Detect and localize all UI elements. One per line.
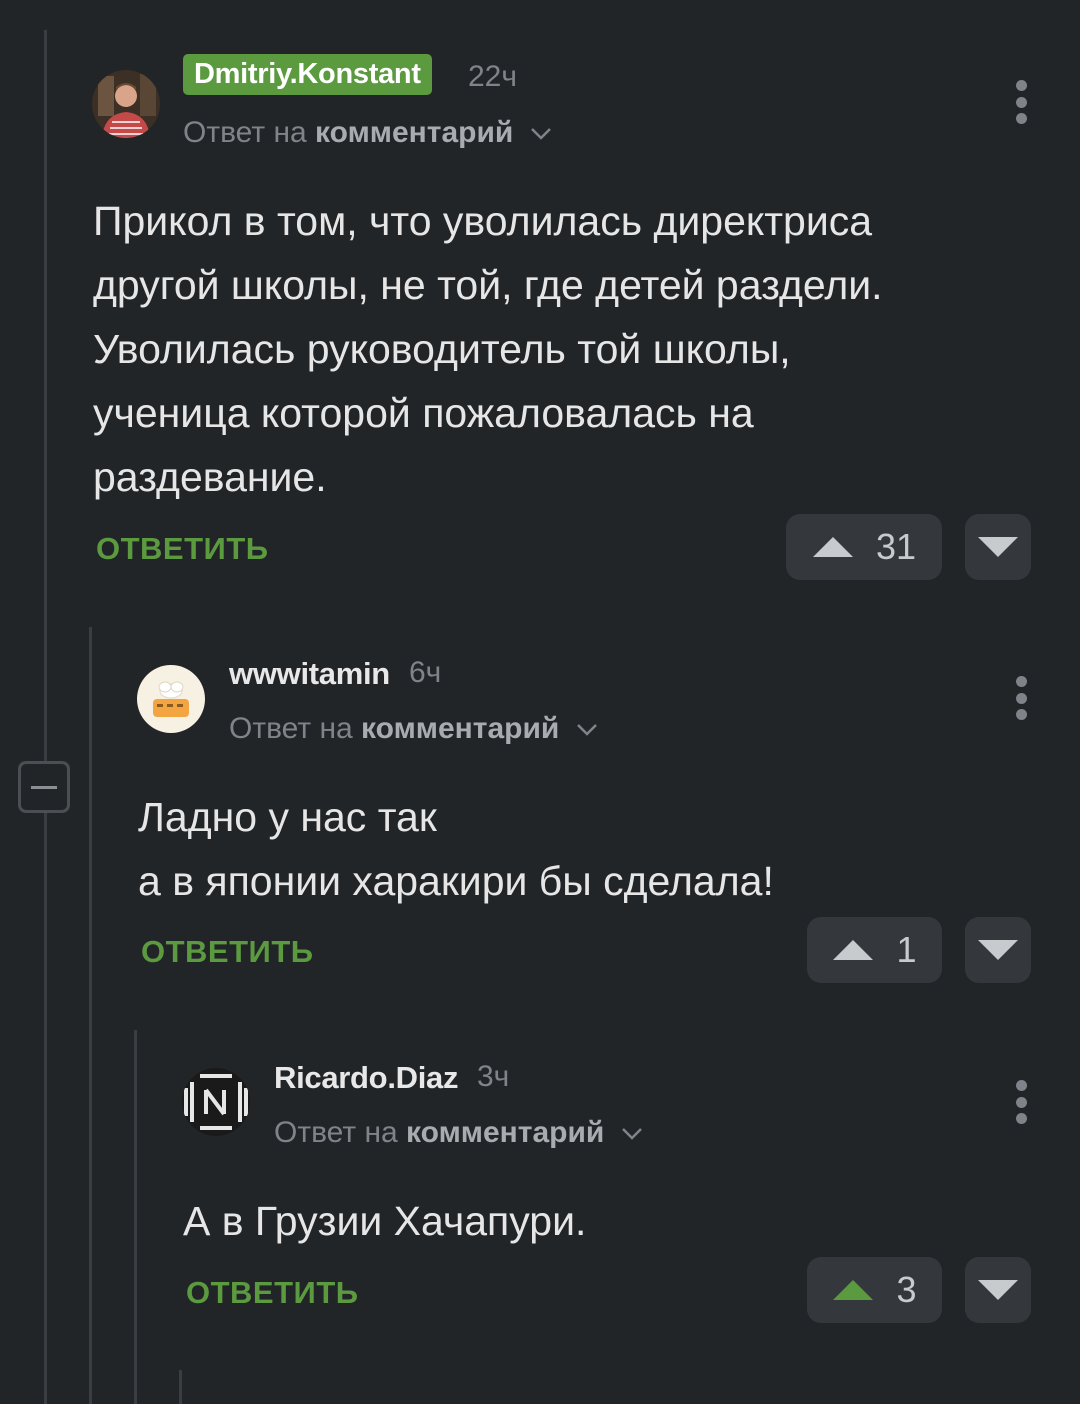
downvote-arrow-icon [978,940,1018,960]
reply-prefix: Ответ на [229,712,353,745]
upvote-button[interactable]: 31 [786,514,942,580]
more-options-icon[interactable] [1014,1080,1028,1124]
chevron-down-icon [621,1128,642,1140]
thread-line-level-1 [44,30,47,1404]
avatar[interactable] [182,1068,250,1136]
reply-button[interactable]: ОТВЕТИТЬ [96,531,269,567]
downvote-button[interactable] [965,1257,1031,1323]
reply-button[interactable]: ОТВЕТИТЬ [186,1275,359,1311]
comment-text: Прикол в том, что уволилась директриса д… [93,198,883,500]
downvote-arrow-icon [978,1280,1018,1300]
upvote-button[interactable]: 3 [807,1257,942,1323]
reply-prefix: Ответ на [183,116,307,149]
upvote-arrow-icon [812,537,853,557]
username[interactable]: Dmitriy.Konstant [183,54,432,95]
chevron-down-icon [576,724,597,736]
reply-target: комментарий [315,116,514,149]
downvote-arrow-icon [978,537,1018,557]
comment-text: А в Грузии Хачапури. [183,1198,587,1244]
upvote-arrow-icon [833,940,874,960]
upvote-button[interactable]: 1 [807,917,942,983]
rating-count: 31 [875,526,917,567]
comment-text: Ладно у нас так а в японии харакири бы с… [138,794,774,904]
rating-count: 3 [896,1269,917,1310]
thread-line-level-3 [134,1030,137,1404]
avatar[interactable] [137,665,205,733]
chevron-down-icon [530,128,551,140]
reply-target: комментарий [361,712,560,745]
minus-icon [31,785,57,789]
reply-button[interactable]: ОТВЕТИТЬ [141,934,314,970]
comment-time: 22ч [468,60,517,93]
username[interactable]: wwwitamin [229,656,390,692]
rating-count: 1 [896,929,917,970]
avatar[interactable] [92,70,160,138]
thread-line-level-4 [179,1370,182,1404]
collapse-thread-button[interactable] [18,761,70,813]
upvote-arrow-icon [833,1280,874,1300]
more-options-icon[interactable] [1014,676,1028,720]
thread-line-level-2 [89,627,92,1404]
more-options-icon[interactable] [1014,80,1028,124]
comment-time: 3ч [477,1060,510,1093]
downvote-button[interactable] [965,514,1031,580]
reply-to-link[interactable]: Ответ на комментарий [274,1116,643,1150]
reply-to-link[interactable]: Ответ на комментарий [229,712,598,746]
downvote-button[interactable] [965,917,1031,983]
reply-target: комментарий [406,1116,605,1149]
reply-prefix: Ответ на [274,1116,398,1149]
reply-to-link[interactable]: Ответ на комментарий [183,116,552,150]
username[interactable]: Ricardo.Diaz [274,1060,458,1096]
comment-time: 6ч [409,656,442,689]
